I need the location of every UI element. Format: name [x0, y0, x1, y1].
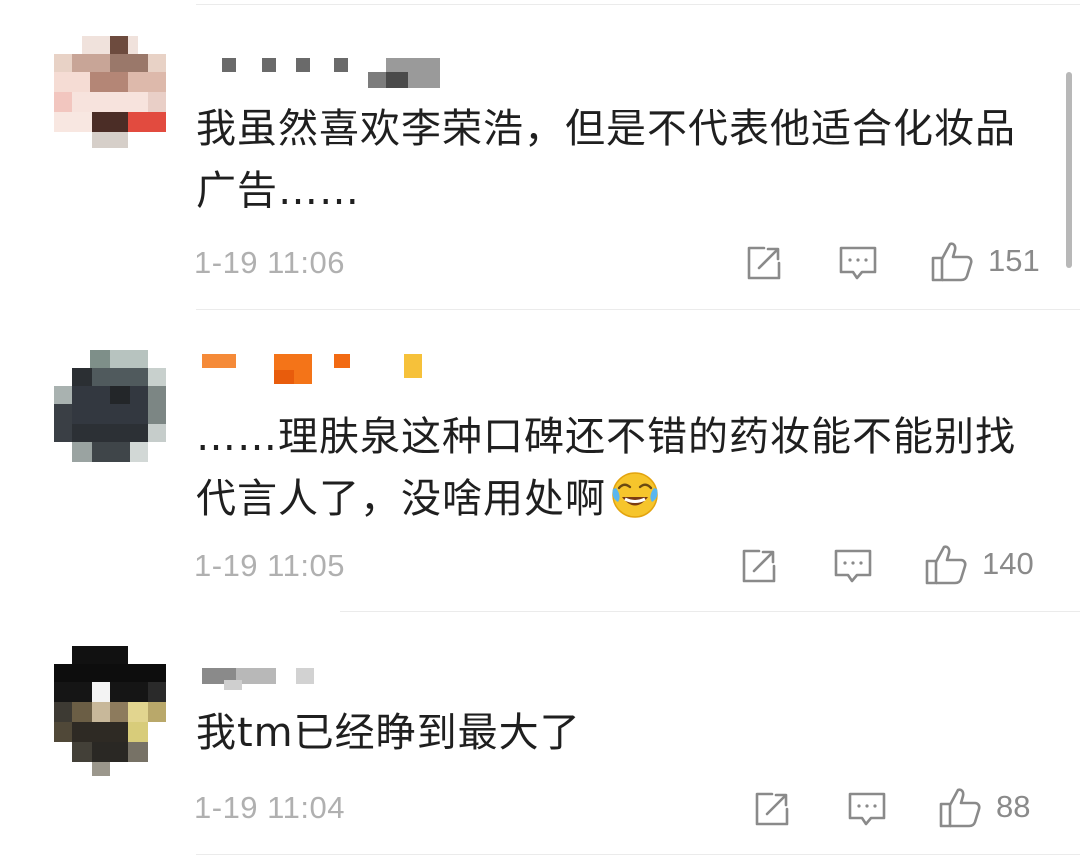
comment-item: 我虽然喜欢李荣浩，但是不代表他适合化妆品广告…… 1-19 11:06 151: [0, 0, 1080, 310]
scrollbar[interactable]: [1066, 72, 1072, 268]
thumb-up-icon: [925, 545, 967, 585]
share-icon: [747, 246, 781, 280]
like-button[interactable]: 151: [930, 240, 1040, 282]
thumb-up-icon: [931, 242, 973, 282]
comment-time: 1-19 11:05: [194, 548, 345, 583]
comment-time: 1-19 11:04: [194, 790, 345, 825]
share-icon: [742, 549, 776, 583]
comment-icon: [834, 549, 872, 583]
comment-item: ……理肤泉这种口碑还不错的药妆能不能别找代言人了，没啥用处啊 1-19 11:0…: [0, 310, 1080, 612]
share-button[interactable]: [744, 243, 784, 283]
comment-icon: [839, 246, 877, 280]
share-button[interactable]: [752, 789, 792, 829]
username-pixelated[interactable]: [196, 658, 336, 692]
laugh-cry-emoji: [610, 470, 660, 538]
username-pixelated[interactable]: [196, 54, 456, 88]
comment-text: 我tm已经睁到最大了: [196, 710, 581, 756]
like-button[interactable]: 88: [938, 786, 1030, 828]
share-icon: [755, 792, 789, 826]
bottom-divider: [196, 854, 1080, 855]
thumb-up-icon: [939, 788, 981, 828]
avatar-pixelated[interactable]: [54, 646, 166, 776]
comment-icon: [848, 792, 886, 826]
comment-text: ……理肤泉这种口碑还不错的药妆能不能别找代言人了，没啥用处啊: [196, 406, 1036, 538]
reply-button[interactable]: [833, 547, 873, 585]
like-count: 140: [982, 546, 1034, 581]
like-button[interactable]: 140: [924, 543, 1034, 585]
comment-item: 我tm已经睁到最大了 1-19 11:04 88: [0, 612, 1080, 857]
reply-button[interactable]: [838, 244, 878, 282]
avatar-pixelated[interactable]: [54, 350, 166, 462]
like-count: 151: [988, 243, 1040, 278]
share-button[interactable]: [739, 546, 779, 586]
username-pixelated[interactable]: [196, 350, 436, 384]
reply-button[interactable]: [847, 790, 887, 828]
comment-text-body: ……理肤泉这种口碑还不错的药妆能不能别找代言人了，没啥用处啊: [196, 414, 1016, 522]
comment-text: 我虽然喜欢李荣浩，但是不代表他适合化妆品广告……: [196, 106, 1016, 214]
avatar-pixelated[interactable]: [54, 36, 166, 148]
comment-time: 1-19 11:06: [194, 245, 345, 280]
like-count: 88: [996, 789, 1031, 824]
